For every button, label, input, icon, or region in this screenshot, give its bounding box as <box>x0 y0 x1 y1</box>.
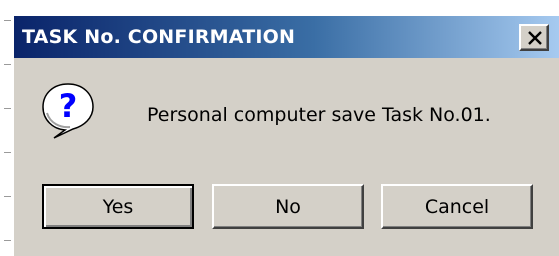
yes-button-label: Yes <box>102 195 134 218</box>
dialog-message: Personal computer save Task No.01. <box>147 104 491 126</box>
title-bar[interactable]: TASK No. CONFIRMATION <box>14 16 559 58</box>
cancel-button[interactable]: Cancel <box>381 184 533 229</box>
yes-button[interactable]: Yes <box>42 184 194 229</box>
no-button[interactable]: No <box>212 184 364 229</box>
dialog-title: TASK No. CONFIRMATION <box>22 26 296 48</box>
no-button-label: No <box>275 195 301 218</box>
cancel-button-label: Cancel <box>424 195 490 218</box>
close-button[interactable] <box>519 24 549 51</box>
svg-text:?: ? <box>59 87 78 125</box>
confirmation-dialog: TASK No. CONFIRMATION ? Personal compute… <box>12 14 559 256</box>
close-icon <box>528 31 542 45</box>
background-window-edge <box>0 0 12 256</box>
question-icon: ? <box>42 83 94 139</box>
